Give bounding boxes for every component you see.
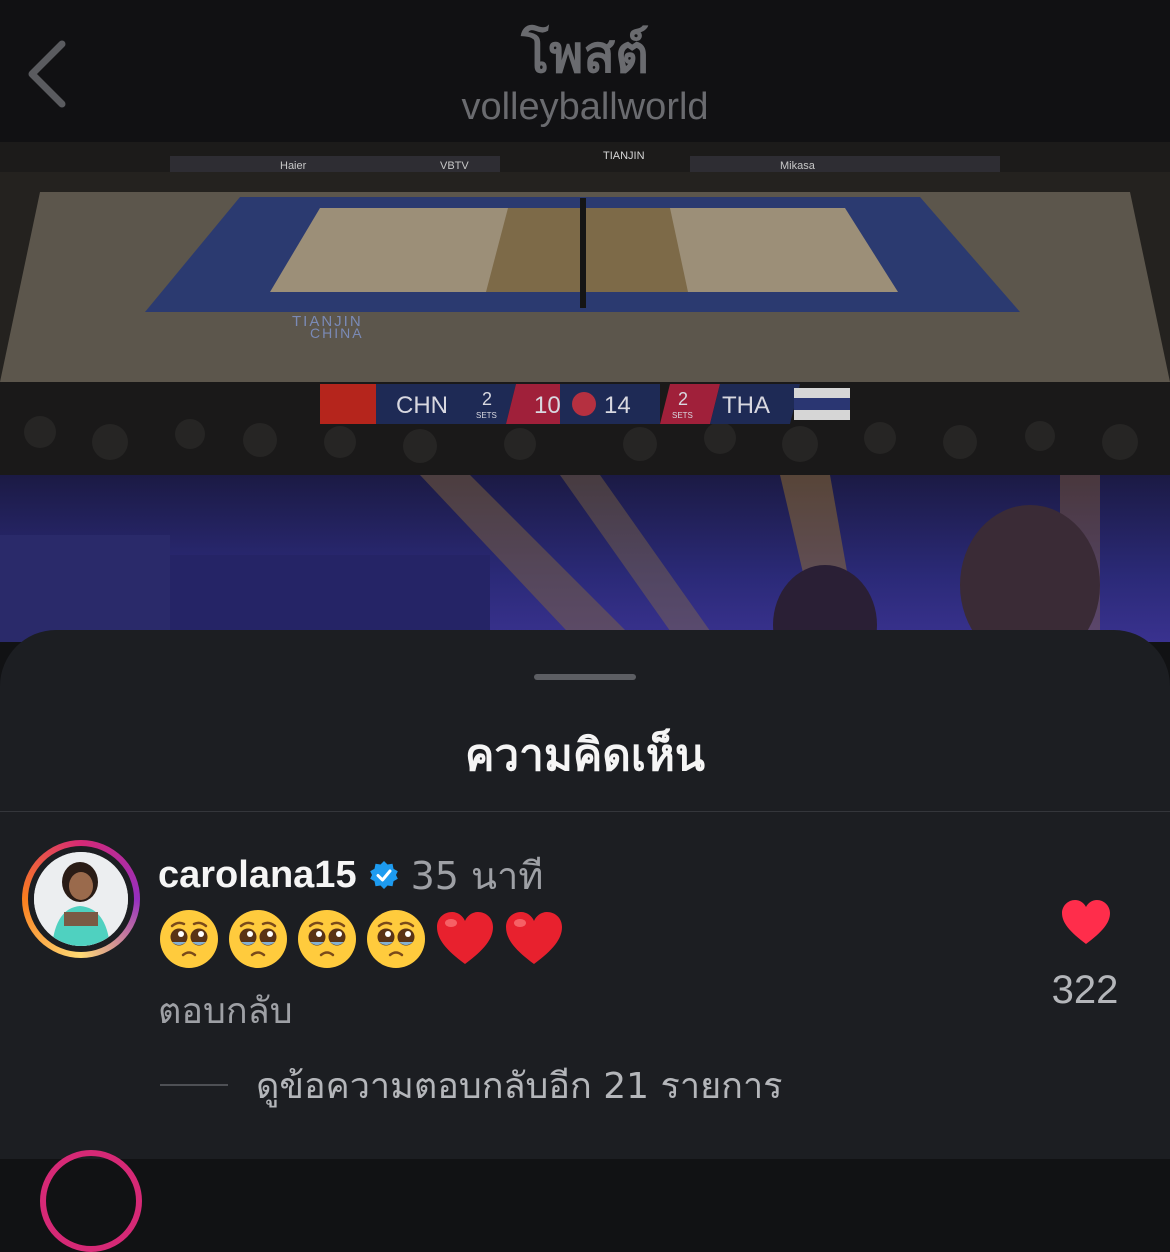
account-subtitle[interactable]: volleyballworld: [0, 86, 1170, 129]
avatar[interactable]: [34, 852, 128, 946]
page-title: โพสต์: [521, 25, 649, 85]
sheet-grabber[interactable]: [534, 674, 636, 680]
red-heart-icon: [437, 912, 493, 964]
team-right: THA: [722, 392, 770, 419]
pleading-face-icon: [298, 910, 356, 968]
pleading-face-icon: [160, 910, 218, 968]
post-media[interactable]: Haier VBTV TIANJIN Mikasa TIANJIN CHINA: [0, 142, 1170, 642]
verified-badge-icon: [369, 861, 398, 889]
next-comment-avatar[interactable]: [40, 1150, 142, 1252]
sponsor-tianjin: TIANJIN: [603, 150, 645, 162]
promo-image: [0, 475, 1170, 642]
pleading-face-icon: [367, 910, 425, 968]
story-ring[interactable]: [22, 840, 140, 958]
comment-username[interactable]: carolana15: [158, 854, 357, 897]
court-image: Haier VBTV TIANJIN Mikasa TIANJIN CHINA: [0, 142, 1170, 475]
comments-title: ความคิดเห็น: [465, 730, 705, 781]
like-count: 322: [1051, 968, 1119, 1012]
points-left: 10: [534, 392, 561, 419]
sets-label-right: SETS: [672, 411, 693, 420]
points-right: 14: [604, 392, 631, 419]
sets-left: 2: [482, 389, 492, 409]
team-left: CHN: [396, 392, 448, 419]
heart-icon[interactable]: [1060, 898, 1112, 946]
view-replies-button[interactable]: ดูข้อความตอบกลับอีก 21 รายการ: [160, 1060, 783, 1110]
comment-timestamp: 35 นาที: [410, 853, 544, 898]
reply-button[interactable]: ตอบกลับ: [158, 982, 293, 1039]
divider: [0, 811, 1170, 812]
view-replies-label: ดูข้อความตอบกลับอีก 21 รายการ: [256, 1065, 783, 1107]
pleading-face-icon: [229, 910, 287, 968]
red-heart-icon: [506, 912, 562, 964]
comments-sheet: ความคิดเห็น carolana15 35 นาที ตอบกลับ 3…: [0, 630, 1170, 1252]
sponsor-vbtv: VBTV: [440, 160, 469, 172]
comment-text: [158, 908, 572, 972]
sponsor-haier: Haier: [280, 160, 307, 172]
sets-label-left: SETS: [476, 411, 497, 420]
court-text-country: CHINA: [310, 325, 364, 341]
comment-header: carolana15 35 นาที: [158, 850, 543, 900]
scoreboard: CHN 2 SETS 10 14 2 SETS THA: [320, 384, 850, 424]
top-bar: โพสต์ volleyballworld: [0, 0, 1170, 142]
thread-line: [160, 1084, 228, 1086]
sets-right: 2: [678, 389, 688, 409]
sponsor-mikasa: Mikasa: [780, 160, 816, 172]
